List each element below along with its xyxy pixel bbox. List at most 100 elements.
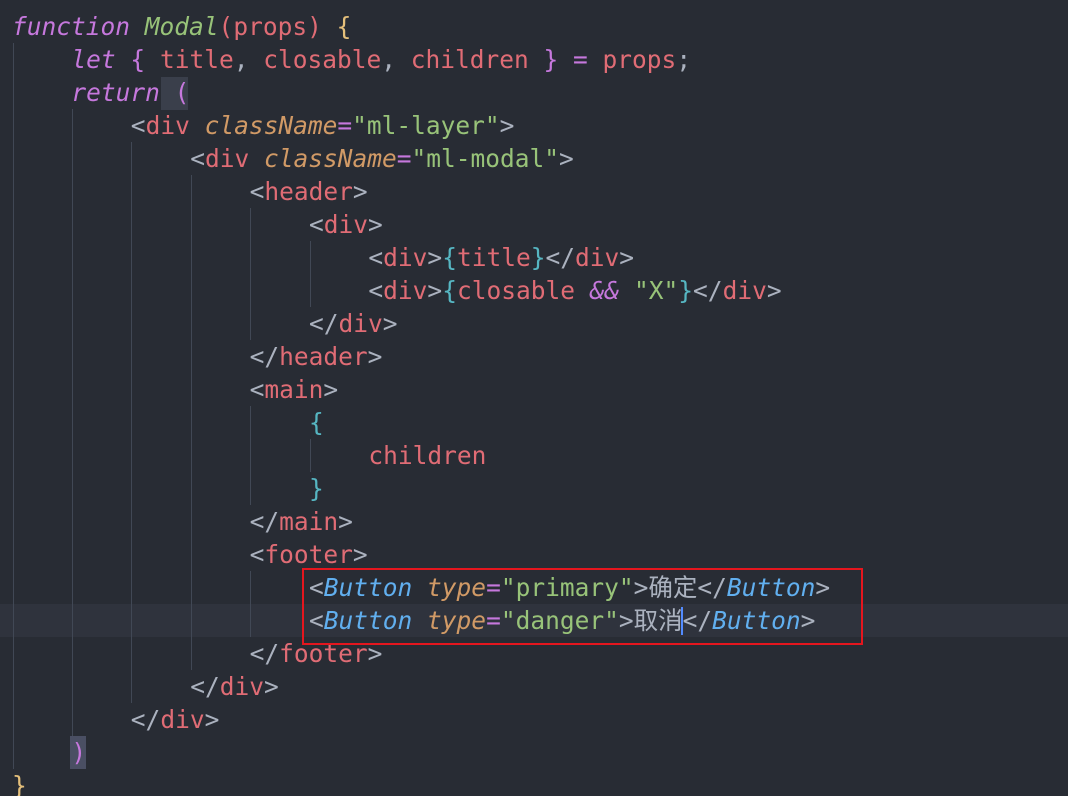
indent-guide xyxy=(190,604,192,637)
code-token: footer xyxy=(264,540,353,569)
code-token: header xyxy=(264,177,353,206)
code-line[interactable]: <div> xyxy=(0,208,1068,241)
indent-guide xyxy=(12,472,14,505)
code-editor[interactable]: function Modal(props) {let { title, clos… xyxy=(0,0,1068,796)
code-line[interactable]: children xyxy=(0,439,1068,472)
code-token: main xyxy=(279,507,339,536)
code-line[interactable]: let { title, closable, children } = prop… xyxy=(0,43,1068,76)
code-line[interactable]: <div>{closable && "X"}</div> xyxy=(0,274,1068,307)
code-line[interactable]: </header> xyxy=(0,340,1068,373)
code-line[interactable]: <main> xyxy=(0,373,1068,406)
code-token: < xyxy=(249,375,265,404)
code-token: div xyxy=(160,705,205,734)
indent-guide xyxy=(190,637,192,670)
code-line[interactable]: </div> xyxy=(0,703,1068,736)
code-token: closable xyxy=(248,45,382,74)
code-token: < xyxy=(368,276,384,305)
code-token: > xyxy=(204,705,220,734)
indent-guide xyxy=(71,373,73,406)
indent-guide xyxy=(131,538,133,571)
code-token: </ xyxy=(190,672,220,701)
code-line[interactable]: </div> xyxy=(0,307,1068,340)
code-token: < xyxy=(190,144,205,173)
indent-guide xyxy=(131,670,133,703)
code-token: className xyxy=(263,144,397,173)
code-line[interactable]: } xyxy=(0,769,1068,796)
code-token: title xyxy=(456,243,531,272)
code-line[interactable]: <header> xyxy=(0,175,1068,208)
code-line[interactable]: </div> xyxy=(0,670,1068,703)
code-token: children xyxy=(396,45,529,74)
code-token: </ xyxy=(249,507,280,536)
indent-guide xyxy=(250,307,252,340)
code-token: "X" xyxy=(634,276,679,305)
indent-guide xyxy=(190,571,192,604)
code-token: </ xyxy=(693,276,723,305)
code-token: props xyxy=(602,45,677,74)
indent-guide xyxy=(12,439,14,472)
code-line[interactable]: { xyxy=(0,406,1068,439)
indent-guide xyxy=(250,208,252,241)
code-token: let xyxy=(71,45,116,74)
code-token: ) xyxy=(71,738,87,767)
indent-guide xyxy=(12,406,14,439)
indent-guide xyxy=(71,505,73,538)
indent-guide xyxy=(131,406,133,439)
code-line[interactable]: } xyxy=(0,472,1068,505)
code-token: { xyxy=(442,243,457,272)
indent-guide xyxy=(71,208,73,241)
code-token: > xyxy=(382,309,398,338)
code-token: { xyxy=(442,276,457,305)
code-token: = xyxy=(396,144,412,173)
text-cursor xyxy=(681,607,683,635)
indent-guide xyxy=(190,208,192,241)
code-token: = xyxy=(558,45,603,74)
code-line[interactable]: <div className="ml-layer"> xyxy=(0,109,1068,142)
indent-guide xyxy=(190,274,192,307)
code-token: > xyxy=(766,276,782,305)
code-token: header xyxy=(279,342,368,371)
indent-guide xyxy=(12,670,14,703)
indent-guide xyxy=(71,439,73,472)
indent-guide xyxy=(131,439,133,472)
indent-guide xyxy=(309,274,311,307)
code-token: div xyxy=(575,243,620,272)
code-line[interactable]: </main> xyxy=(0,505,1068,538)
code-token: > xyxy=(427,276,443,305)
code-token: className xyxy=(204,111,338,140)
code-token: > xyxy=(559,144,574,173)
indent-guide xyxy=(131,241,133,274)
code-line[interactable]: <div>{title}</div> xyxy=(0,241,1068,274)
indent-guide xyxy=(71,307,73,340)
indent-guide xyxy=(12,142,14,175)
code-token: div xyxy=(722,276,767,305)
code-token: < xyxy=(368,243,384,272)
indent-guide xyxy=(131,175,133,208)
indent-guide xyxy=(71,241,73,274)
code-line[interactable]: function Modal(props) { xyxy=(0,10,1068,43)
indent-guide xyxy=(12,307,14,340)
indent-guide xyxy=(71,604,73,637)
code-token: > xyxy=(323,375,339,404)
indent-guide xyxy=(131,142,133,175)
code-line[interactable]: ) xyxy=(0,736,1068,769)
code-token: < xyxy=(249,177,265,206)
code-token: > xyxy=(338,507,353,536)
indent-guide xyxy=(250,604,252,637)
code-token: "ml-layer" xyxy=(352,111,500,140)
code-token: > xyxy=(619,243,635,272)
indent-guide xyxy=(131,373,133,406)
code-token: } xyxy=(528,45,559,74)
highlight-annotation-box xyxy=(302,568,863,645)
code-token: > xyxy=(427,243,443,272)
indent-guide xyxy=(71,142,73,175)
code-line[interactable]: <div className="ml-modal"> xyxy=(0,142,1068,175)
code-line[interactable]: return ( xyxy=(0,76,1068,109)
indent-guide xyxy=(12,373,14,406)
code-token: < xyxy=(130,111,146,140)
code-token: , xyxy=(381,45,396,74)
indent-guide xyxy=(190,373,192,406)
code-line[interactable]: <footer> xyxy=(0,538,1068,571)
